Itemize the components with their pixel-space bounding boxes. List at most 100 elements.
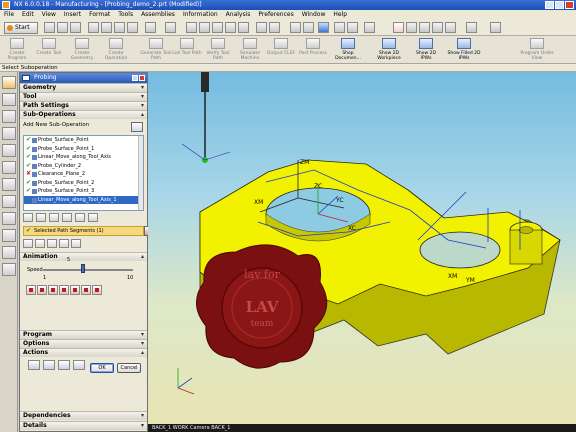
undo-icon[interactable]: [88, 22, 99, 33]
part-navigator-icon[interactable]: [2, 144, 16, 157]
clear-selection-icon[interactable]: [393, 22, 404, 33]
dialog-back-icon[interactable]: [22, 75, 30, 81]
menu-insert[interactable]: Insert: [60, 10, 85, 20]
selection-filter-icon[interactable]: [165, 22, 176, 33]
forward-to-end-icon[interactable]: [81, 285, 91, 295]
show-2d-workpiece-button[interactable]: Show 2D Workpiece: [372, 38, 406, 61]
list-scrollbar[interactable]: [138, 136, 143, 210]
cancel-button[interactable]: Cancel: [117, 363, 141, 373]
delete-icon[interactable]: [145, 22, 156, 33]
rewind-to-start-icon[interactable]: [26, 285, 36, 295]
orient-view-icon[interactable]: [269, 22, 280, 33]
machine-view-icon[interactable]: [419, 22, 430, 33]
dialog-reset-button[interactable]: [132, 75, 138, 81]
list-item[interactable]: ✔ Probe_Cylinder_2: [24, 162, 143, 171]
program-order-view-button[interactable]: Program Order View: [520, 38, 554, 61]
segment-flip-icon[interactable]: [47, 239, 57, 248]
start-button[interactable]: Start: [4, 22, 38, 34]
rotate-icon[interactable]: [212, 22, 223, 33]
section-options[interactable]: Options ▾: [20, 339, 147, 348]
palette-icon[interactable]: [2, 263, 16, 276]
section-program[interactable]: Program ▾: [20, 330, 147, 339]
process-studio-icon[interactable]: [2, 212, 16, 225]
simulate-machine-button[interactable]: Simulate Machine: [234, 38, 266, 61]
navigator-icon[interactable]: [406, 22, 417, 33]
section-details[interactable]: Details ▾: [20, 421, 147, 430]
list-item[interactable]: ✔ Linear_Move_along_Tool_Axis: [24, 153, 143, 162]
section-animation[interactable]: Animation ▴: [20, 252, 147, 261]
menu-assemblies[interactable]: Assemblies: [137, 10, 179, 20]
open-file-icon[interactable]: [57, 22, 68, 33]
create-tool-button[interactable]: Create Tool: [34, 38, 64, 56]
roles-icon[interactable]: [2, 229, 16, 242]
post-process-button[interactable]: Post Process: [298, 38, 328, 56]
customize-icon[interactable]: [466, 22, 477, 33]
section-tool[interactable]: Tool ▾: [20, 92, 147, 101]
generate-tool-path-button[interactable]: Generate Tool Path: [140, 38, 172, 61]
pan-icon[interactable]: [225, 22, 236, 33]
list-item[interactable]: ✔ Probe_Surface_Point_3: [24, 187, 143, 196]
output-clsf-button[interactable]: Output CLSF: [266, 38, 296, 56]
analysis-icon[interactable]: [364, 22, 375, 33]
create-program-button[interactable]: Create Program: [2, 38, 32, 61]
menu-tools[interactable]: Tools: [114, 10, 137, 20]
copy-icon[interactable]: [75, 213, 85, 222]
section-actions[interactable]: Actions ▴: [20, 348, 147, 357]
menu-analysis[interactable]: Analysis: [222, 10, 255, 20]
machine-tool-navigator-icon[interactable]: [2, 93, 16, 106]
move-down-icon[interactable]: [62, 213, 72, 222]
graphics-viewport[interactable]: ZM XM ZC YC XC XM YM lav for LAV team: [148, 72, 576, 424]
help-icon[interactable]: [490, 22, 501, 33]
menu-window[interactable]: Window: [298, 10, 330, 20]
reuse-library-icon[interactable]: [2, 161, 16, 174]
cut-icon[interactable]: [101, 22, 112, 33]
cube-view-icon[interactable]: [318, 22, 329, 33]
constraint-navigator-icon[interactable]: [2, 127, 16, 140]
edit-icon[interactable]: [23, 213, 33, 222]
list-item[interactable]: ✔ Probe_Surface_Point_2: [24, 179, 143, 188]
method-view-icon[interactable]: [445, 22, 456, 33]
show-filled-2d-ipws-button[interactable]: Show Filled 2D IPWs: [446, 38, 482, 61]
list-tool-path-button[interactable]: List Tool Path: [172, 38, 202, 56]
zoom-icon[interactable]: [199, 22, 210, 33]
selected-path-segments[interactable]: ✔ Selected Path Segments (1): [23, 226, 155, 236]
section-dependencies[interactable]: Dependencies ▾: [20, 411, 147, 420]
menu-edit[interactable]: Edit: [18, 10, 38, 20]
fit-view-icon[interactable]: [186, 22, 197, 33]
copy-icon[interactable]: [114, 22, 125, 33]
perspective-icon[interactable]: [238, 22, 249, 33]
stop-icon[interactable]: [92, 285, 102, 295]
step-back-icon[interactable]: [37, 285, 47, 295]
menu-format[interactable]: Format: [85, 10, 114, 20]
section-geometry[interactable]: Geometry ▾: [20, 83, 147, 92]
operation-navigator-icon[interactable]: [2, 76, 16, 89]
geometry-view-icon[interactable]: [432, 22, 443, 33]
move-up-icon[interactable]: [49, 213, 59, 222]
menu-help[interactable]: Help: [329, 10, 351, 20]
close-button[interactable]: [565, 1, 574, 9]
menu-view[interactable]: View: [38, 10, 60, 20]
render-style-icon[interactable]: [256, 22, 267, 33]
system-materials-icon[interactable]: [2, 195, 16, 208]
play-reverse-icon[interactable]: [48, 285, 58, 295]
maximize-button[interactable]: [555, 1, 564, 9]
history-icon[interactable]: [2, 178, 16, 191]
wcs-icon[interactable]: [303, 22, 314, 33]
minimize-button[interactable]: [545, 1, 554, 9]
segment-delete-icon[interactable]: [35, 239, 45, 248]
snap-point-icon[interactable]: [334, 22, 345, 33]
paste-icon[interactable]: [88, 213, 98, 222]
web-browser-icon[interactable]: [2, 246, 16, 259]
list-item[interactable]: ✔ Probe_Surface_Point_1: [24, 145, 143, 154]
create-geometry-button[interactable]: Create Geometry: [66, 38, 98, 61]
menu-preferences[interactable]: Preferences: [254, 10, 297, 20]
list-item[interactable]: ✘ Clearance_Plane_2: [24, 170, 143, 179]
section-sub-operations[interactable]: Sub-Operations ▴: [20, 110, 147, 119]
create-operation-button[interactable]: Create Operation: [100, 38, 132, 61]
verify-tool-path-button[interactable]: Verify Tool Path: [202, 38, 234, 61]
segment-reorder-icon[interactable]: [59, 239, 69, 248]
paste-icon[interactable]: [127, 22, 138, 33]
ok-button[interactable]: OK: [90, 363, 114, 373]
shop-documentation-button[interactable]: Shop Documen...: [330, 38, 366, 61]
segment-edit-icon[interactable]: [23, 239, 33, 248]
